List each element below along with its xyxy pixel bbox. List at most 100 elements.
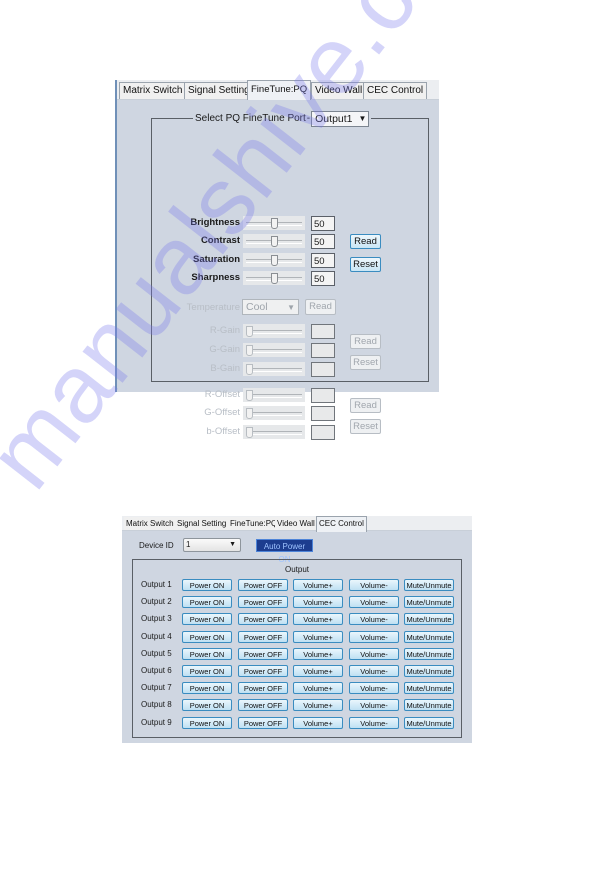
tab-cec-control[interactable]: CEC Control [363, 82, 428, 99]
mute-unmute-button[interactable]: Mute/Unmute [404, 716, 454, 729]
power-on-button[interactable]: Power ON [182, 682, 232, 695]
tab-video-wall[interactable]: Video Wall [311, 82, 367, 99]
temperature-read-button[interactable]: Read [305, 299, 336, 315]
mute-unmute-button[interactable]: Mute/Unmute [404, 647, 454, 660]
saturation-value-field[interactable]: 50 [311, 253, 335, 268]
power-on-button[interactable]: Power ON [182, 630, 232, 643]
offset-reset-button[interactable]: Reset [350, 419, 381, 434]
tab-video-wall[interactable]: Video Wall [275, 517, 318, 530]
power-on-button[interactable]: Power ON [182, 699, 232, 712]
mute-unmute-button[interactable]: Mute/Unmute [404, 613, 454, 626]
slider-thumb[interactable] [246, 326, 253, 337]
volume-down-button[interactable]: Volume- [349, 613, 399, 626]
r-offset-value-field[interactable] [311, 388, 335, 403]
output-label: Output 5 [141, 648, 172, 658]
tab-cec-control[interactable]: CEC Control [316, 516, 367, 532]
mute-unmute-button[interactable]: Mute/Unmute [404, 596, 454, 609]
b-offset-label: b-Offset [206, 426, 240, 437]
gain-reset-button[interactable]: Reset [350, 355, 381, 370]
b-offset-value-field[interactable] [311, 425, 335, 440]
r-gain-value-field[interactable] [311, 324, 335, 339]
power-off-button[interactable]: Power OFF [238, 716, 288, 729]
g-gain-value-field[interactable] [311, 343, 335, 358]
volume-down-button[interactable]: Volume- [349, 579, 399, 591]
device-id-dropdown[interactable]: 1 ▼ [183, 538, 241, 552]
picture-read-button[interactable]: Read [350, 234, 381, 249]
volume-down-button[interactable]: Volume- [349, 596, 399, 609]
port-select-dropdown[interactable]: Output1 ▼ [311, 111, 370, 127]
power-off-button[interactable]: Power OFF [238, 613, 288, 626]
gain-read-button[interactable]: Read [350, 334, 381, 349]
mute-unmute-button[interactable]: Mute/Unmute [404, 665, 454, 677]
power-on-button[interactable]: Power ON [182, 596, 232, 609]
b-gain-slider[interactable] [243, 362, 305, 376]
temperature-dropdown[interactable]: Cool ▼ [242, 299, 299, 315]
volume-down-button[interactable]: Volume- [349, 647, 399, 660]
sharpness-slider[interactable] [243, 271, 305, 285]
g-gain-slider[interactable] [243, 343, 305, 357]
mute-unmute-button[interactable]: Mute/Unmute [404, 682, 454, 695]
slider-thumb[interactable] [271, 273, 278, 284]
power-off-button[interactable]: Power OFF [238, 647, 288, 660]
brightness-slider[interactable] [243, 216, 305, 230]
power-on-button[interactable]: Power ON [182, 665, 232, 677]
volume-down-button[interactable]: Volume- [349, 716, 399, 729]
contrast-slider[interactable] [243, 234, 305, 248]
power-off-button[interactable]: Power OFF [238, 596, 288, 609]
slider-thumb[interactable] [246, 345, 253, 356]
tab-matrix-switch[interactable]: Matrix Switch [124, 517, 177, 530]
volume-up-button[interactable]: Volume+ [293, 716, 343, 729]
volume-up-button[interactable]: Volume+ [293, 630, 343, 643]
brightness-value-field[interactable]: 50 [311, 216, 335, 231]
power-on-button[interactable]: Power ON [182, 647, 232, 660]
volume-down-button[interactable]: Volume- [349, 630, 399, 643]
mute-unmute-button[interactable]: Mute/Unmute [404, 579, 454, 591]
g-offset-slider[interactable] [243, 406, 305, 420]
slider-thumb[interactable] [246, 364, 253, 375]
auto-power-on-button[interactable]: Auto Power ON [256, 539, 313, 564]
g-offset-value-field[interactable] [311, 406, 335, 421]
power-on-button[interactable]: Power ON [182, 579, 232, 591]
power-on-button[interactable]: Power ON [182, 613, 232, 626]
b-offset-slider[interactable] [243, 425, 305, 439]
temperature-label: Temperature [186, 302, 240, 313]
slider-thumb[interactable] [246, 408, 253, 419]
slider-thumb[interactable] [246, 427, 253, 438]
r-offset-slider[interactable] [243, 388, 305, 402]
power-off-button[interactable]: Power OFF [238, 682, 288, 695]
chevron-down-icon: ▼ [229, 541, 236, 548]
slider-thumb[interactable] [246, 390, 253, 401]
volume-up-button[interactable]: Volume+ [293, 647, 343, 660]
tab-signal-setting[interactable]: Signal Setting [184, 82, 254, 99]
tab-finetune-pq[interactable]: FineTune:PQ [228, 517, 281, 530]
slider-thumb[interactable] [271, 236, 278, 247]
saturation-slider[interactable] [243, 253, 305, 267]
volume-up-button[interactable]: Volume+ [293, 665, 343, 677]
offset-read-button[interactable]: Read [350, 398, 381, 413]
volume-up-button[interactable]: Volume+ [293, 682, 343, 695]
tab-signal-setting[interactable]: Signal Setting [175, 517, 230, 530]
volume-down-button[interactable]: Volume- [349, 682, 399, 695]
contrast-value-field[interactable]: 50 [311, 234, 335, 249]
r-gain-slider[interactable] [243, 324, 305, 338]
power-off-button[interactable]: Power OFF [238, 630, 288, 643]
slider-thumb[interactable] [271, 255, 278, 266]
volume-up-button[interactable]: Volume+ [293, 596, 343, 609]
power-off-button[interactable]: Power OFF [238, 579, 288, 591]
slider-thumb[interactable] [271, 218, 278, 229]
power-off-button[interactable]: Power OFF [238, 699, 288, 712]
b-gain-value-field[interactable] [311, 362, 335, 377]
volume-up-button[interactable]: Volume+ [293, 699, 343, 712]
power-off-button[interactable]: Power OFF [238, 665, 288, 677]
sharpness-value-field[interactable]: 50 [311, 271, 335, 286]
mute-unmute-button[interactable]: Mute/Unmute [404, 630, 454, 643]
tab-matrix-switch[interactable]: Matrix Switch [119, 82, 187, 99]
power-on-button[interactable]: Power ON [182, 716, 232, 729]
picture-reset-button[interactable]: Reset [350, 257, 381, 272]
mute-unmute-button[interactable]: Mute/Unmute [404, 699, 454, 712]
volume-up-button[interactable]: Volume+ [293, 613, 343, 626]
volume-down-button[interactable]: Volume- [349, 699, 399, 712]
volume-down-button[interactable]: Volume- [349, 665, 399, 677]
volume-up-button[interactable]: Volume+ [293, 579, 343, 591]
tab-finetune-pq[interactable]: FineTune:PQ [247, 80, 312, 100]
